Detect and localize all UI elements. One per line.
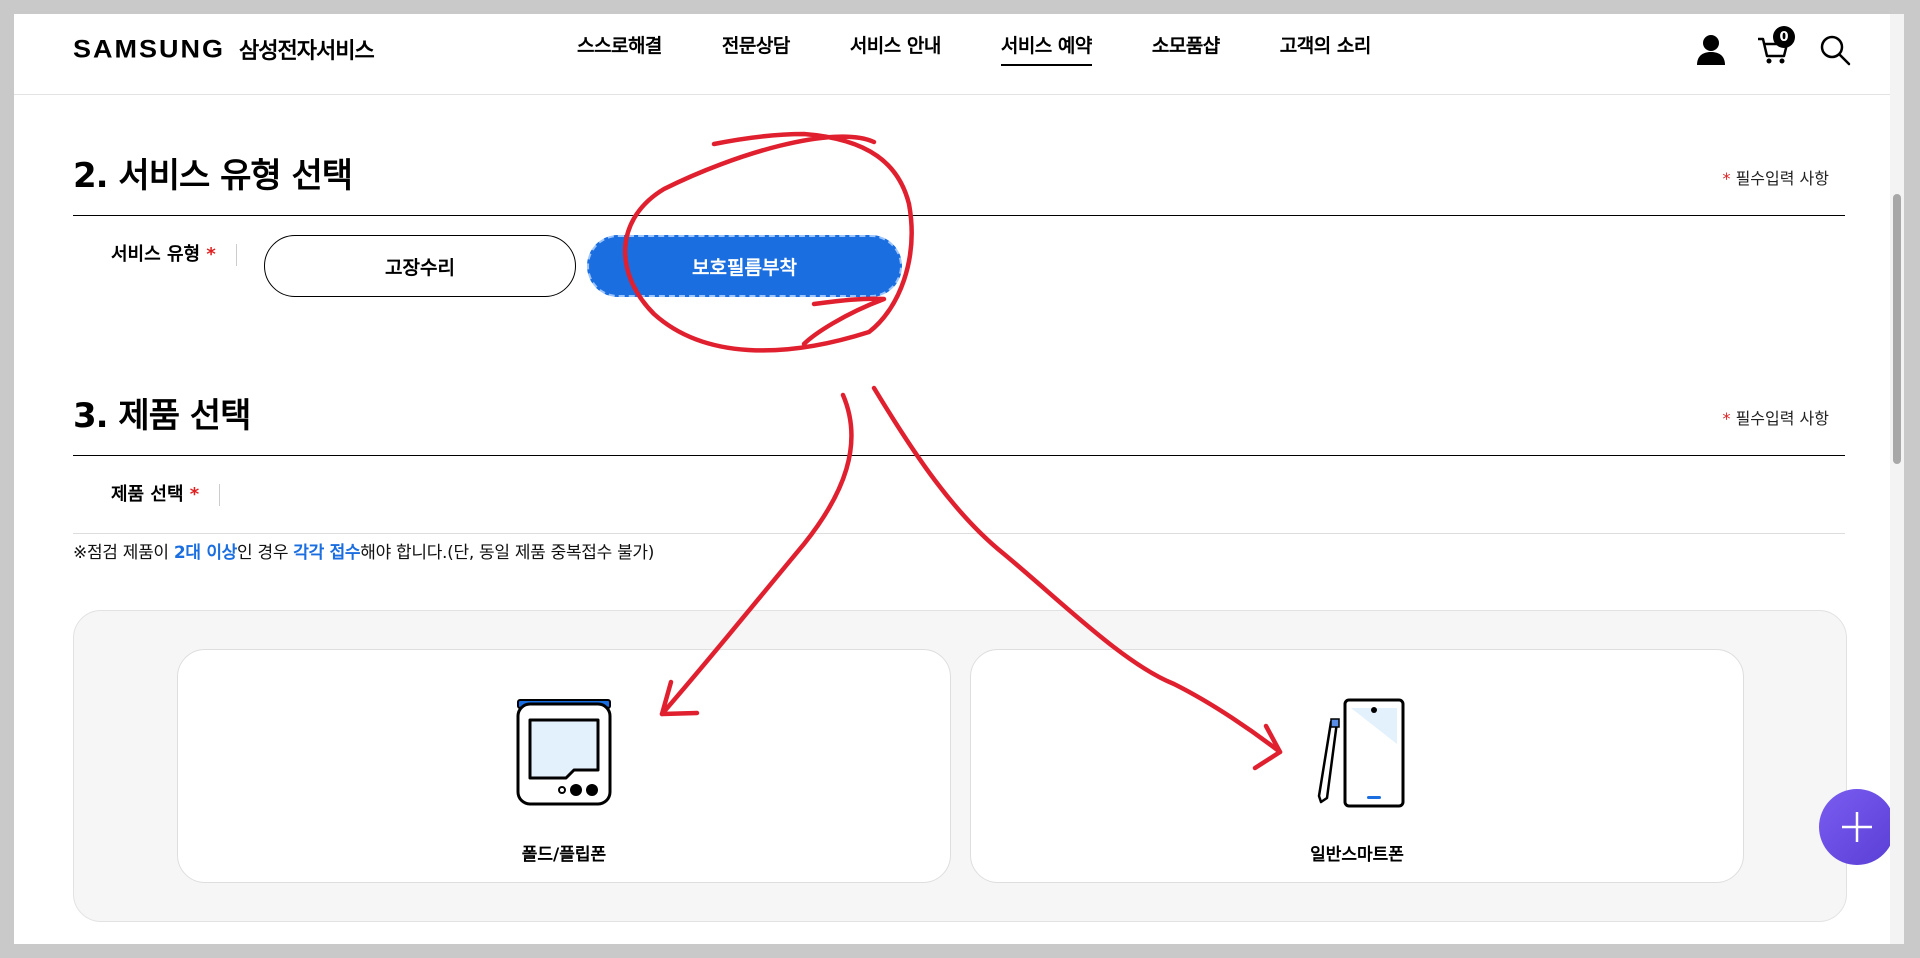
scrollbar-track[interactable] <box>1890 14 1904 944</box>
nav-item-customer-voice[interactable]: 고객의 소리 <box>1280 31 1372 66</box>
header-actions: 0 <box>1690 26 1856 71</box>
section-divider <box>73 455 1845 456</box>
required-note: * 필수입력 사항 <box>1722 169 1830 188</box>
foldable-phone-icon <box>514 698 614 810</box>
nav-item-consult[interactable]: 전문상담 <box>722 31 790 66</box>
site-header: SAMSUNG 삼성전자서비스 스스로해결 전문상담 서비스 안내 서비스 예약… <box>14 14 1904 95</box>
search-icon[interactable] <box>1814 29 1856 71</box>
section-divider <box>73 215 1845 216</box>
nav-item-self-help[interactable]: 스스로해결 <box>577 31 662 66</box>
nav-item-service-info[interactable]: 서비스 안내 <box>850 31 942 66</box>
product-options-panel: 폴드/플립폰 일반스마트폰 <box>73 610 1847 922</box>
main-nav: 스스로해결 전문상담 서비스 안내 서비스 예약 소모품샵 고객의 소리 <box>577 31 1431 66</box>
product-card-label: 일반스마트폰 <box>1310 845 1404 865</box>
plus-icon <box>1842 812 1872 842</box>
multi-product-notice: ※점검 제품이 2대 이상인 경우 각각 접수해야 합니다.(단, 동일 제품 … <box>73 543 655 563</box>
cart-count-badge: 0 <box>1773 26 1795 48</box>
user-icon[interactable] <box>1690 29 1732 71</box>
nav-item-supplies-shop[interactable]: 소모품샵 <box>1152 31 1220 66</box>
section-title-product: 3. 제품 선택 <box>73 396 251 436</box>
logo-service-name: 삼성전자서비스 <box>239 39 375 64</box>
page-frame: SAMSUNG 삼성전자서비스 스스로해결 전문상담 서비스 안내 서비스 예약… <box>14 14 1904 944</box>
product-card-label: 폴드/플립폰 <box>521 845 607 865</box>
field-divider <box>73 533 1845 534</box>
product-select-label: 제품 선택 * <box>111 484 221 506</box>
floating-add-button[interactable] <box>1819 789 1895 865</box>
nav-item-service-booking[interactable]: 서비스 예약 <box>1000 31 1092 66</box>
option-repair-button[interactable]: 고장수리 <box>264 235 576 297</box>
service-type-label: 서비스 유형 * <box>111 244 237 266</box>
scrollbar-thumb[interactable] <box>1893 194 1901 464</box>
annotation-circle-tail <box>801 296 887 347</box>
product-card-foldable[interactable]: 폴드/플립폰 <box>177 649 951 883</box>
required-note: * 필수입력 사항 <box>1722 409 1830 428</box>
logo[interactable]: SAMSUNG 삼성전자서비스 <box>73 33 375 65</box>
option-screen-film-button[interactable]: 보호필름부착 <box>587 235 902 297</box>
cart-icon[interactable]: 0 <box>1752 26 1795 71</box>
section-title-service-type: 2. 서비스 유형 선택 <box>73 156 353 196</box>
smartphone-icon <box>1307 698 1407 814</box>
logo-wordmark: SAMSUNG <box>73 34 226 63</box>
product-card-smartphone[interactable]: 일반스마트폰 <box>970 649 1744 883</box>
